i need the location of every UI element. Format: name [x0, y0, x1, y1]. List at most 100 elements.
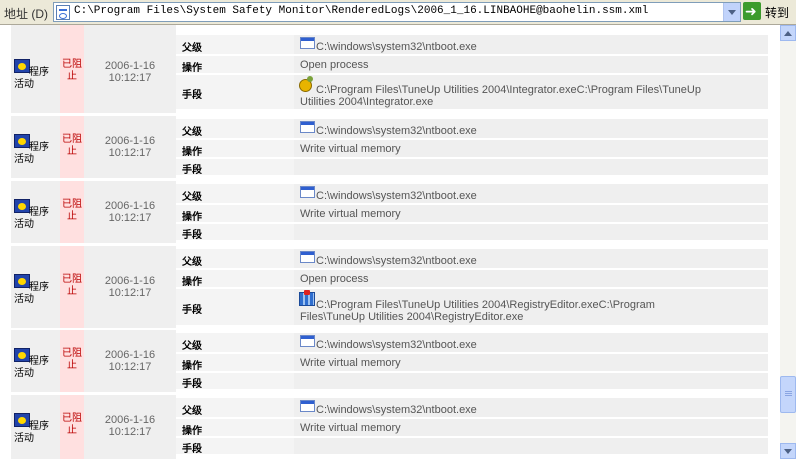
log-entry: 程序 活动 已阻止 2006-1-16 10:12:17 父级 C:\windo… [11, 246, 768, 328]
date-text: 2006-1-16 [104, 349, 156, 361]
time-cell: 2006-1-16 10:12:17 [85, 395, 175, 459]
status-cell: 已阻止 [60, 395, 84, 459]
parent-row: 父级 C:\windows\system32\ntboot.exe [176, 333, 768, 352]
type-cell: 程序 活动 [11, 395, 60, 459]
window-icon [300, 37, 315, 49]
status-cell: 已阻止 [60, 25, 84, 113]
detail-cell: 父级 C:\windows\system32\ntboot.exe 操作 Wri… [176, 395, 768, 459]
time-cell: 2006-1-16 10:12:17 [85, 181, 175, 243]
parent-value: C:\windows\system32\ntboot.exe [316, 190, 477, 202]
scroll-thumb[interactable] [780, 376, 796, 413]
type-cell: 程序 活动 [11, 25, 60, 113]
address-dropdown-button[interactable] [723, 3, 740, 21]
means-row: 手段 [176, 224, 768, 241]
time-text: 10:12:17 [108, 361, 152, 373]
means-value-line1: C:\Program Files\TuneUp Utilities 2004\R… [316, 299, 655, 311]
address-label: 地址 (D) [4, 7, 48, 21]
scroll-up-button[interactable] [780, 25, 796, 41]
time-cell: 2006-1-16 10:12:17 [85, 116, 175, 178]
log-entry: 程序 活动 已阻止 2006-1-16 10:12:17 父级 C:\windo… [11, 181, 768, 243]
date-text: 2006-1-16 [104, 60, 156, 72]
action-value: Open process [300, 273, 369, 285]
status-text: 已阻止 [62, 413, 82, 436]
time-text: 10:12:17 [108, 426, 152, 438]
window-icon [300, 335, 315, 347]
type-label-2: 活动 [14, 154, 34, 165]
window-icon [300, 121, 315, 133]
time-text: 10:12:17 [108, 287, 152, 299]
action-row: 操作 Write virtual memory [176, 419, 768, 437]
type-label-2: 活动 [14, 294, 34, 305]
log-entry: 程序 活动 已阻止 2006-1-16 10:12:17 父级 C:\windo… [11, 25, 768, 113]
status-text: 已阻止 [62, 199, 82, 222]
type-label-2: 活动 [14, 433, 34, 444]
date-text: 2006-1-16 [104, 275, 156, 287]
time-text: 10:12:17 [108, 72, 152, 84]
scroll-down-button[interactable] [780, 443, 796, 459]
detail-cell: 父级 C:\windows\system32\ntboot.exe 操作 Wri… [176, 330, 768, 392]
time-cell: 2006-1-16 10:12:17 [85, 246, 175, 328]
type-cell: 程序 活动 [11, 246, 60, 328]
detail-cell: 父级 C:\windows\system32\ntboot.exe 操作 Ope… [176, 246, 768, 328]
means-value-line1: C:\Program Files\TuneUp Utilities 2004\I… [316, 84, 701, 96]
means-row: 手段 [176, 438, 768, 455]
parent-value: C:\windows\system32\ntboot.exe [316, 339, 477, 351]
tuneup-integrator-icon [299, 76, 315, 92]
parent-label: 父级 [182, 257, 202, 268]
status-cell: 已阻止 [60, 330, 84, 392]
page-icon [56, 5, 70, 20]
address-url[interactable]: C:\Program Files\System Safety Monitor\R… [74, 5, 648, 17]
action-value: Write virtual memory [300, 422, 401, 434]
means-row: 手段 C:\Program Files\TuneUp Utilities 200… [176, 289, 768, 325]
parent-value: C:\windows\system32\ntboot.exe [316, 404, 477, 416]
action-row: 操作 Write virtual memory [176, 140, 768, 158]
action-value: Write virtual memory [300, 143, 401, 155]
log-view: 程序 活动 已阻止 2006-1-16 10:12:17 父级 C:\windo… [0, 25, 780, 459]
log-entry: 程序 活动 已阻止 2006-1-16 10:12:17 父级 C:\windo… [11, 116, 768, 178]
time-cell: 2006-1-16 10:12:17 [85, 330, 175, 392]
action-row: 操作 Open process [176, 56, 768, 74]
status-text: 已阻止 [62, 59, 82, 82]
action-label: 操作 [182, 63, 202, 74]
type-label-2: 活动 [14, 368, 34, 379]
window-icon [300, 400, 315, 412]
program-activity-icon [14, 348, 30, 362]
action-value: Write virtual memory [300, 357, 401, 369]
detail-cell: 父级 C:\windows\system32\ntboot.exe 操作 Ope… [176, 25, 768, 113]
parent-label: 父级 [182, 43, 202, 54]
time-cell: 2006-1-16 10:12:17 [85, 25, 175, 113]
status-cell: 已阻止 [60, 181, 84, 243]
status-text: 已阻止 [62, 348, 82, 371]
parent-value: C:\windows\system32\ntboot.exe [316, 255, 477, 267]
means-label: 手段 [182, 379, 202, 390]
detail-cell: 父级 C:\windows\system32\ntboot.exe 操作 Wri… [176, 181, 768, 243]
action-label: 操作 [182, 361, 202, 372]
program-activity-icon [14, 413, 30, 427]
time-text: 10:12:17 [108, 147, 152, 159]
program-activity-icon [14, 274, 30, 288]
window-icon [300, 186, 315, 198]
action-row: 操作 Write virtual memory [176, 205, 768, 223]
means-value-line2: Utilities 2004\Integrator.exe [300, 96, 434, 108]
program-activity-icon [14, 199, 30, 213]
time-text: 10:12:17 [108, 212, 152, 224]
go-label: 转到 [765, 6, 790, 20]
parent-label: 父级 [182, 192, 202, 203]
parent-label: 父级 [182, 127, 202, 138]
program-activity-icon [14, 59, 30, 73]
means-row: 手段 [176, 159, 768, 176]
type-cell: 程序 活动 [11, 116, 60, 178]
type-label-2: 活动 [14, 79, 34, 90]
status-text: 已阻止 [62, 134, 82, 157]
parent-row: 父级 C:\windows\system32\ntboot.exe [176, 35, 768, 54]
program-activity-icon [14, 134, 30, 148]
vertical-scrollbar[interactable] [780, 25, 796, 459]
go-button[interactable]: 转到 [743, 2, 795, 21]
address-input[interactable]: C:\Program Files\System Safety Monitor\R… [53, 2, 741, 22]
means-label: 手段 [182, 230, 202, 241]
action-value: Open process [300, 59, 369, 71]
date-text: 2006-1-16 [104, 414, 156, 426]
detail-cell: 父级 C:\windows\system32\ntboot.exe 操作 Wri… [176, 116, 768, 178]
means-label: 手段 [182, 444, 202, 455]
window-icon [300, 251, 315, 263]
